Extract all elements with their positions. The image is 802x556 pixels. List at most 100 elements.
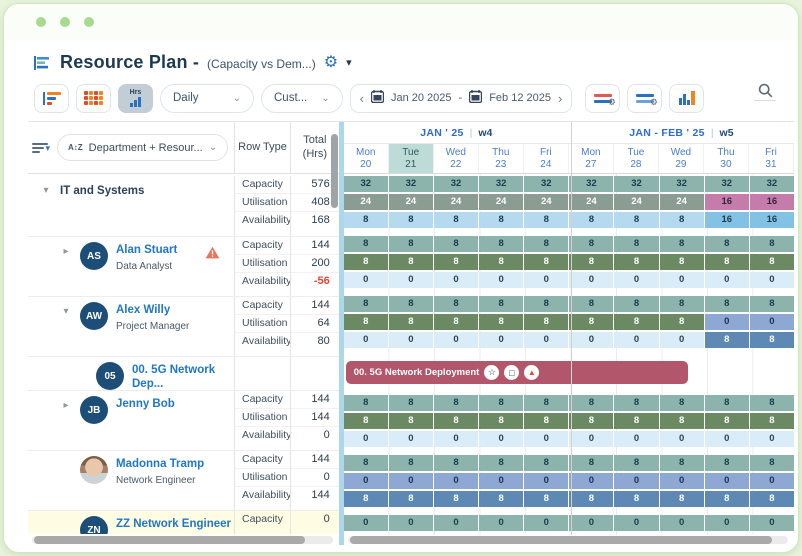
grid-cell[interactable]: 8	[389, 395, 433, 411]
grid-cell[interactable]: 8	[750, 395, 794, 411]
grid-cell[interactable]: 0	[434, 473, 478, 489]
grid-horizontal-scrollbar[interactable]	[348, 536, 788, 544]
grid-cell[interactable]: 8	[614, 254, 658, 270]
grid-cell[interactable]: 0	[569, 332, 613, 348]
grid-cell[interactable]: 0	[705, 515, 749, 531]
grid-cell[interactable]: 8	[479, 395, 523, 411]
grid-cell[interactable]: 0	[614, 332, 658, 348]
grid-cell[interactable]: 8	[389, 413, 433, 429]
expand-collapse-icon[interactable]: ▾	[60, 306, 72, 317]
grid-cell[interactable]: 8	[569, 413, 613, 429]
grid-cell[interactable]: 8	[569, 455, 613, 471]
grid-cell[interactable]: 16	[705, 212, 749, 228]
grid-cell[interactable]: 8	[344, 236, 388, 252]
grid-cell[interactable]: 0	[750, 515, 794, 531]
grid-cell[interactable]: 0	[705, 272, 749, 288]
grid-cell[interactable]: 8	[434, 413, 478, 429]
grid-cell[interactable]: 8	[389, 314, 433, 330]
prev-period-button[interactable]: ‹	[360, 91, 364, 106]
grid-cell[interactable]: 8	[389, 491, 433, 507]
grid-cell[interactable]: 8	[614, 212, 658, 228]
grid-cell[interactable]: 32	[479, 176, 523, 192]
grid-cell[interactable]: 0	[660, 515, 704, 531]
grid-cell[interactable]: 32	[705, 176, 749, 192]
grid-cell[interactable]: 8	[750, 413, 794, 429]
grid-cell[interactable]: 8	[344, 491, 388, 507]
grid-cell[interactable]: 8	[614, 455, 658, 471]
grid-cell[interactable]: 8	[344, 413, 388, 429]
grid-cell[interactable]: 8	[479, 491, 523, 507]
grid-cell[interactable]: 0	[434, 515, 478, 531]
window-control-dot[interactable]	[84, 17, 94, 27]
grid-cell[interactable]: 32	[660, 176, 704, 192]
grid-cell[interactable]: 8	[569, 296, 613, 312]
grid-cell[interactable]: 8	[705, 296, 749, 312]
grid-cell[interactable]: 8	[524, 455, 568, 471]
grid-cell[interactable]: 0	[705, 431, 749, 447]
grid-cell[interactable]: 0	[614, 272, 658, 288]
hours-view-button[interactable]: Hrs	[118, 84, 153, 113]
grid-cell[interactable]: 8	[389, 455, 433, 471]
grid-cell[interactable]: 0	[344, 332, 388, 348]
grid-cell[interactable]: 8	[434, 212, 478, 228]
grid-cell[interactable]: 8	[434, 314, 478, 330]
grid-cell[interactable]: 8	[569, 212, 613, 228]
grid-cell[interactable]: 8	[524, 491, 568, 507]
grid-cell[interactable]: 0	[660, 272, 704, 288]
grid-cell[interactable]: 24	[614, 194, 658, 210]
grid-cell[interactable]: 0	[479, 515, 523, 531]
grid-cell[interactable]: 0	[389, 272, 433, 288]
grid-cell[interactable]: 8	[705, 413, 749, 429]
grid-cell[interactable]: 8	[660, 395, 704, 411]
grid-cell[interactable]: 8	[614, 314, 658, 330]
grid-cell[interactable]: 24	[434, 194, 478, 210]
grid-cell[interactable]: 0	[660, 473, 704, 489]
grid-cell[interactable]: 8	[750, 491, 794, 507]
percent-grid-view-button[interactable]	[76, 84, 111, 113]
grid-cell[interactable]: 0	[479, 473, 523, 489]
grid-cell[interactable]: 32	[569, 176, 613, 192]
grid-cell[interactable]: 32	[434, 176, 478, 192]
grid-cell[interactable]: 8	[389, 212, 433, 228]
grid-cell[interactable]: 8	[389, 236, 433, 252]
grouping-select[interactable]: A↕Z Department + Resour... ⌄	[57, 134, 228, 161]
grid-cell[interactable]: 8	[524, 212, 568, 228]
grid-cell[interactable]: 8	[344, 254, 388, 270]
grid-cell[interactable]: 8	[614, 413, 658, 429]
grid-cell[interactable]: 0	[705, 473, 749, 489]
grid-cell[interactable]: 8	[705, 395, 749, 411]
next-period-button[interactable]: ›	[558, 91, 562, 106]
grid-cell[interactable]: 24	[389, 194, 433, 210]
grid-cell[interactable]: 8	[660, 254, 704, 270]
grid-cell[interactable]: 0	[524, 272, 568, 288]
grid-cell[interactable]: 0	[344, 272, 388, 288]
range-preset-select[interactable]: Cust... ⌄	[261, 84, 343, 113]
plan-settings-gear-icon[interactable]: ⚙	[324, 55, 338, 71]
grid-cell[interactable]: 24	[569, 194, 613, 210]
grid-cell[interactable]: 8	[660, 236, 704, 252]
grid-cell[interactable]: 0	[660, 431, 704, 447]
grid-cell[interactable]: 0	[569, 272, 613, 288]
grid-cell[interactable]: 8	[750, 254, 794, 270]
grid-cell[interactable]: 8	[344, 314, 388, 330]
grid-cell[interactable]: 8	[614, 395, 658, 411]
grid-cell[interactable]: 32	[614, 176, 658, 192]
resource-name[interactable]: Alex Willy	[116, 304, 189, 318]
grid-cell[interactable]: 8	[344, 455, 388, 471]
grid-cell[interactable]: 8	[660, 491, 704, 507]
row-settings-button[interactable]: ⚙	[585, 84, 620, 113]
grid-cell[interactable]: 0	[524, 431, 568, 447]
grid-cell[interactable]: 8	[614, 296, 658, 312]
grid-cell[interactable]: 8	[705, 455, 749, 471]
grid-cell[interactable]: 8	[344, 212, 388, 228]
grid-cell[interactable]: 8	[479, 314, 523, 330]
grid-cell[interactable]: 8	[569, 254, 613, 270]
grid-cell[interactable]: 8	[750, 455, 794, 471]
grid-cell[interactable]: 8	[524, 254, 568, 270]
grid-cell[interactable]: 16	[750, 194, 794, 210]
grid-cell[interactable]: 24	[344, 194, 388, 210]
grid-cell[interactable]: 0	[750, 272, 794, 288]
expand-collapse-icon[interactable]: ▸	[60, 400, 72, 411]
grid-cell[interactable]: 8	[614, 491, 658, 507]
sort-rows-icon[interactable]: ▾	[32, 143, 48, 153]
